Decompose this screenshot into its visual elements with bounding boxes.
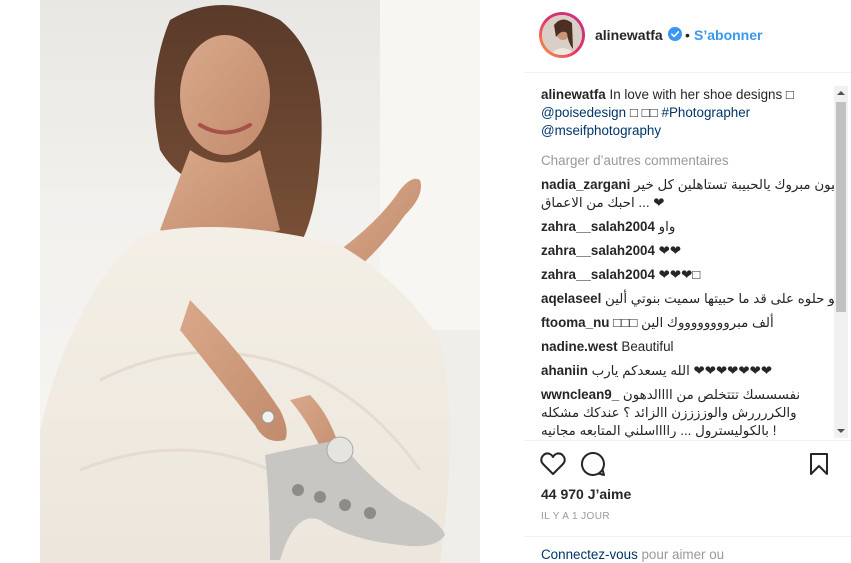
scrollbar-thumb[interactable] bbox=[836, 102, 846, 312]
caption-line-3: @mseifphotography bbox=[541, 122, 837, 140]
comment-text: والكررررش والوززززن االزائد ؟ عندكك مشكل… bbox=[541, 405, 797, 420]
list-item: zahra__salah2004 ❤❤❤□ bbox=[541, 266, 837, 284]
login-divider bbox=[525, 536, 851, 537]
comment-username[interactable]: ftooma_nu bbox=[541, 315, 609, 330]
like-count[interactable]: 44 970 J’aime bbox=[541, 486, 631, 502]
post-photo[interactable] bbox=[40, 0, 480, 563]
login-link[interactable]: Connectez-vous bbox=[541, 547, 638, 562]
post-author-username[interactable]: alinewatfa bbox=[595, 27, 663, 43]
comment-text: ❤❤ bbox=[658, 243, 682, 258]
comment-bubble-icon[interactable] bbox=[580, 451, 606, 477]
comment-username[interactable]: zahra__salah2004 bbox=[541, 243, 655, 258]
list-item: aqelaseel شو حلوه على قد ما حبيتها سميت … bbox=[541, 290, 837, 308]
post-header: alinewatfa • S’abonner bbox=[525, 0, 851, 73]
comment-username[interactable]: aqelaseel bbox=[541, 291, 601, 306]
avatar-image bbox=[542, 15, 582, 55]
caption-username[interactable]: alinewatfa bbox=[541, 87, 606, 102]
comment-text: ❤❤❤❤❤❤❤ الله يسعدكم يارب bbox=[591, 363, 773, 378]
comment-username[interactable]: wwnclean9_ bbox=[541, 387, 619, 402]
list-item: zahra__salah2004 ❤❤ bbox=[541, 242, 837, 260]
caption-mention[interactable]: @mseifphotography bbox=[541, 123, 661, 138]
verified-badge-icon bbox=[668, 27, 682, 41]
comment-username[interactable]: zahra__salah2004 bbox=[541, 267, 655, 282]
comment-text: ! بالكوليسترول ... رااااسلني المتابعه مج… bbox=[541, 423, 777, 438]
comment-text: شو حلوه على قد ما حبيتها سميت بنوتي ألين bbox=[605, 291, 837, 306]
load-more-comments-button[interactable]: Charger d’autres commentaires bbox=[541, 152, 837, 170]
comments-list[interactable]: alinewatfa In love with her shoe designs… bbox=[541, 86, 837, 438]
follow-button[interactable]: S’abonner bbox=[694, 27, 762, 43]
post-media-area bbox=[0, 0, 525, 563]
comment-text: ❤ ... احبك من الاعماق bbox=[541, 195, 665, 210]
list-item: nadine.west Beautiful bbox=[541, 338, 837, 356]
login-prompt-text: pour aimer ou bbox=[637, 547, 725, 562]
avatar[interactable] bbox=[539, 12, 585, 58]
comment-username[interactable]: nadia_zargani bbox=[541, 177, 630, 192]
comment-text: ❤❤❤□ bbox=[658, 267, 701, 282]
post-side-panel: alinewatfa • S’abonner alinewatfa In lov… bbox=[525, 0, 851, 563]
post-timestamp[interactable]: IL Y A 1 JOUR bbox=[541, 511, 610, 522]
comment-text: Beautiful bbox=[621, 339, 674, 354]
comments-scrollbar[interactable] bbox=[834, 86, 848, 438]
comment-username[interactable]: ahaniin bbox=[541, 363, 588, 378]
action-bar-divider bbox=[525, 440, 851, 441]
comment-username[interactable]: zahra__salah2004 bbox=[541, 219, 655, 234]
comment-text: واو bbox=[658, 219, 676, 234]
caption-hashtag[interactable]: #Photographer bbox=[662, 105, 751, 120]
list-item: nadia_zargani مليون مبروك يالحبيبة تستاه… bbox=[541, 176, 837, 212]
login-prompt: Connectez-vous pour aimer ou bbox=[541, 547, 724, 562]
bookmark-icon[interactable] bbox=[809, 452, 829, 476]
caption-line-2: @poisedesign □ □□ #Photographer bbox=[541, 104, 837, 122]
list-item: ftooma_nu ألف مبرووووووووك الين □□□ bbox=[541, 314, 837, 332]
header-separator: • bbox=[685, 27, 690, 43]
list-item: zahra__salah2004 واو bbox=[541, 218, 837, 236]
list-item: wwnclean9_ نفسسسك تتتخلص من اااالدهون وا… bbox=[541, 386, 837, 438]
caption-text: In love with her shoe designs □ bbox=[609, 87, 794, 102]
caption-boxes: □ □□ bbox=[629, 105, 658, 120]
caption: alinewatfa In love with her shoe designs… bbox=[541, 86, 837, 104]
caption-mention[interactable]: @poisedesign bbox=[541, 105, 626, 120]
list-item: ahaniin ❤❤❤❤❤❤❤ الله يسعدكم يارب bbox=[541, 362, 837, 380]
scroll-down-arrow-icon[interactable] bbox=[834, 424, 848, 438]
comment-text: نفسسسك تتتخلص من اااالدهون bbox=[622, 387, 801, 402]
scroll-up-arrow-icon[interactable] bbox=[834, 86, 848, 100]
comment-text: ألف مبرووووووووك الين □□□ bbox=[613, 315, 774, 330]
comment-text: مليون مبروك يالحبيبة تستاهلين كل خير bbox=[634, 177, 837, 192]
comment-username[interactable]: nadine.west bbox=[541, 339, 618, 354]
bride-photo-illustration bbox=[40, 0, 480, 563]
heart-icon[interactable] bbox=[540, 452, 566, 476]
